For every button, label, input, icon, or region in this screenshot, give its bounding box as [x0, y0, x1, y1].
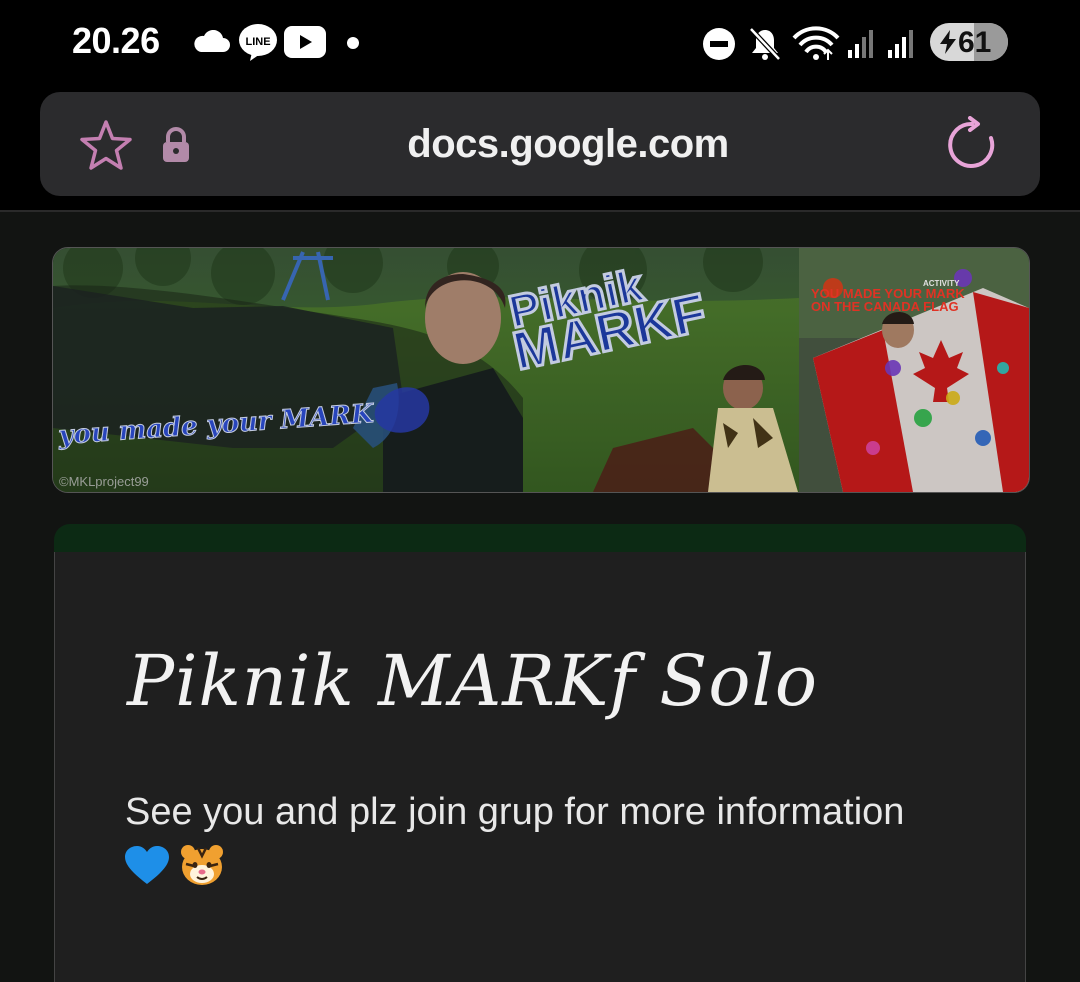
browser-top-bar: 20.26 LINE 61 docs.google.com [0, 0, 1080, 212]
banner-artwork: Piknik MARKF you made your MARK ©MKLproj… [53, 248, 1029, 492]
form-header-image: Piknik MARKF you made your MARK ©MKLproj… [52, 247, 1030, 493]
line-app-icon: LINE [239, 24, 277, 61]
dnd-icon [703, 28, 735, 60]
signal-icon-2 [888, 30, 913, 58]
form-description-text: See you and plz join grup for more infor… [125, 791, 905, 833]
svg-text:LINE: LINE [245, 36, 270, 48]
battery-level: 61 [958, 26, 992, 59]
form-description: See you and plz join grup for more infor… [125, 784, 925, 896]
battery-indicator: 61 [930, 23, 1008, 61]
url-text[interactable]: docs.google.com [40, 122, 1080, 167]
reload-icon[interactable] [944, 116, 1000, 172]
url-bar[interactable]: docs.google.com [40, 92, 1040, 196]
youtube-icon [284, 26, 326, 58]
charging-icon [940, 30, 956, 54]
signal-icon-1 [848, 30, 873, 58]
blue-heart-icon [125, 846, 169, 884]
wifi-icon [792, 26, 840, 60]
page-content: Piknik MARKF you made your MARK ©MKLproj… [0, 212, 1080, 982]
form-title-card: Piknik MARKf Solo See you and plz join g… [54, 552, 1026, 982]
status-time: 20.26 [72, 20, 160, 61]
form-title: Piknik MARKf Solo [127, 640, 819, 722]
cloud-icon [194, 30, 230, 52]
dot-icon [347, 37, 359, 49]
status-bar: 20.26 LINE 61 [0, 0, 1080, 86]
tiger-face-icon [180, 845, 223, 885]
mute-icon [749, 27, 781, 61]
